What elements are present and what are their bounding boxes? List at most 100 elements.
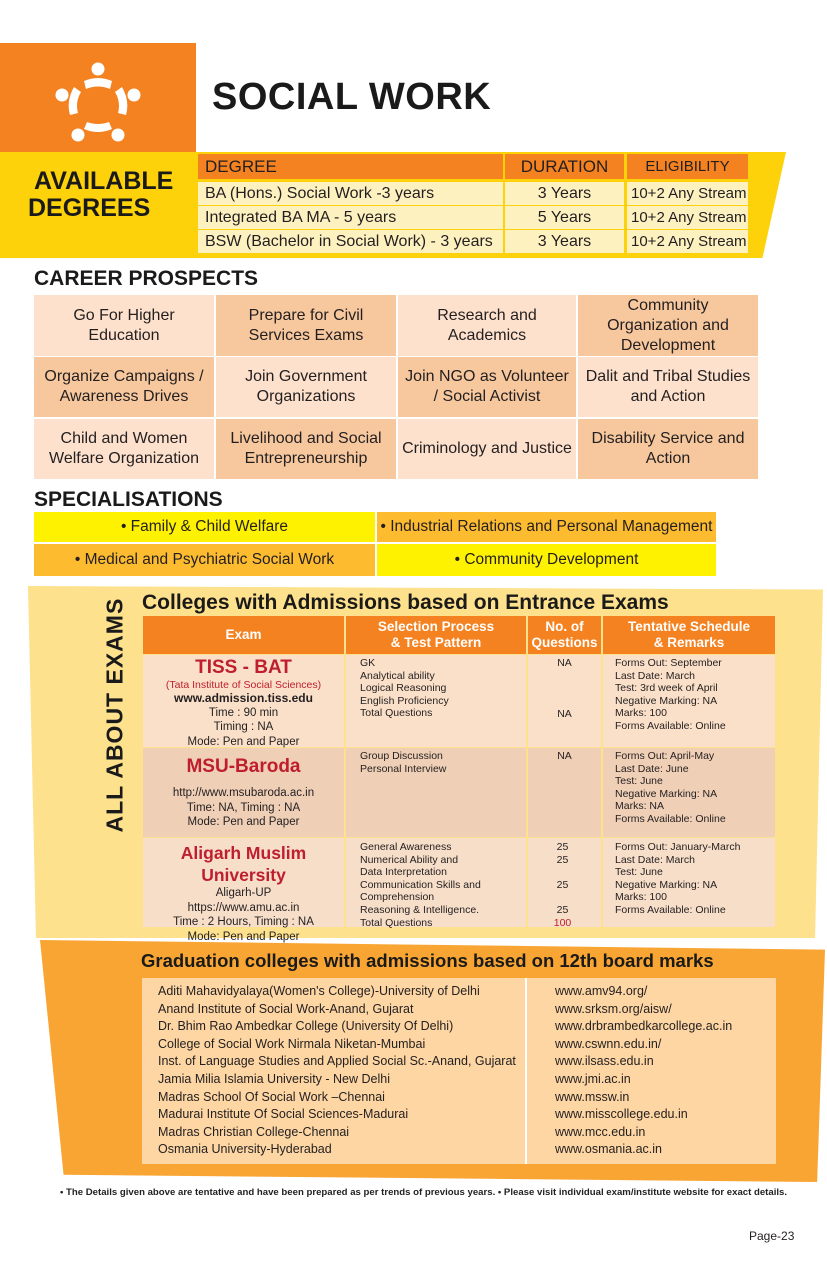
schedule-item: Test: June (615, 866, 663, 879)
questions-header-line2: Questions (531, 635, 598, 650)
college-website-link[interactable]: www.drbrambedkarcollege.ac.in (555, 1018, 732, 1036)
exam-website-link[interactable]: www.admission.tiss.edu (143, 691, 344, 706)
college-website-link[interactable]: www.mssw.in (555, 1089, 629, 1107)
duration-cell: 3 Years (505, 230, 624, 253)
career-item: Disability Service and Action (578, 419, 758, 479)
college-name: Anand Institute of Social Work-Anand, Gu… (158, 1001, 414, 1016)
career-item: Community Organization and Development (578, 295, 758, 356)
graduation-heading: Graduation colleges with admissions base… (141, 950, 714, 971)
schedule-item: Forms Out: April-May (615, 750, 715, 762)
schedule-header-line1: Tentative Schedule (627, 619, 751, 634)
exam-detail: Mode: Pen and Paper (187, 735, 300, 748)
question-count: 25 (556, 878, 569, 891)
college-website-link[interactable]: www.jmi.ac.in (555, 1071, 631, 1089)
schedule-header-line2: & Remarks (653, 635, 725, 650)
footnote: • The Details given above are tentative … (60, 1187, 788, 1198)
question-count: 25 (556, 853, 569, 866)
duration-header: DURATION (505, 154, 624, 179)
exam-process-cell: General Awareness Numerical Ability and … (346, 838, 526, 929)
question-total: 100 (553, 916, 572, 929)
college-website-link[interactable]: www.misscollege.edu.in (555, 1106, 688, 1124)
exams-heading: Colleges with Admissions based on Entran… (142, 591, 669, 614)
career-prospects-title: CAREER PROSPECTS (34, 267, 259, 290)
specialisation-item: • Family & Child Welfare (34, 512, 375, 542)
exam-schedule-cell: Forms Out: January-March Last Date: Marc… (603, 838, 775, 927)
duration-cell: 5 Years (505, 206, 624, 229)
career-item: Join Government Organizations (216, 357, 396, 417)
college-website-link[interactable]: www.srksm.org/aisw/ (555, 1001, 672, 1019)
schedule-item: Marks: 100 (615, 707, 667, 720)
page-number: Page-23 (749, 1229, 795, 1243)
exam-detail: Time : 2 Hours, Timing : NA (173, 916, 314, 928)
college-website-link[interactable]: www.cswnn.edu.in/ (555, 1036, 661, 1054)
exam-website-link[interactable]: http://www.msubaroda.ac.in (143, 786, 344, 801)
process-item: Total Questions (360, 707, 433, 720)
specialisation-item: • Medical and Psychiatric Social Work (34, 544, 375, 576)
process-item: Personal Interview (360, 762, 447, 775)
process-item: Numerical Ability and (360, 853, 459, 866)
schedule-item: Last Date: March (615, 853, 695, 866)
exam-detail: Timing : NA (213, 721, 274, 733)
degrees-label-line1: AVAILABLE (34, 167, 174, 195)
schedule-item: Negative Marking: NA (615, 878, 718, 891)
career-item: Prepare for Civil Services Exams (216, 295, 396, 356)
exam-detail: Mode: Pen and Paper (187, 816, 300, 828)
eligibility-cell: 10+2 Any Stream (627, 230, 748, 253)
graduation-divider (525, 978, 527, 1164)
degrees-label: AVAILABLE DEGREES (28, 168, 173, 222)
schedule-item: Marks: 100 (615, 891, 667, 904)
college-website-link[interactable]: www.mcc.edu.in (555, 1124, 645, 1142)
exam-detail: Time: NA, Timing : NA (186, 801, 301, 814)
process-header-line1: Selection Process (377, 619, 495, 634)
process-item: Communication Skills and (360, 878, 481, 891)
process-item: Analytical ability (360, 669, 435, 682)
schedule-column-header: Tentative Schedule & Remarks (603, 616, 775, 654)
college-website-link[interactable]: www.ilsass.edu.in (555, 1053, 654, 1071)
process-item: English Proficiency (360, 694, 449, 707)
exam-name-cell: MSU-Baroda http://www.msubaroda.ac.in Ti… (143, 748, 344, 837)
logo-box (0, 43, 196, 155)
exam-name-cell: TISS - BAT (Tata Institute of Social Sci… (143, 655, 344, 748)
schedule-item: Last Date: June (615, 762, 689, 775)
college-name: Dr. Bhim Rao Ambedkar College (Universit… (158, 1019, 454, 1034)
process-column-header: Selection Process & Test Pattern (346, 616, 526, 654)
career-item: Research and Academics (398, 295, 576, 356)
exam-website-link[interactable]: https://www.amu.ac.in (143, 901, 344, 916)
degree-cell: Integrated BA MA - 5 years (198, 206, 503, 229)
college-name: College of Social Work Nirmala Niketan-M… (158, 1036, 426, 1051)
schedule-item: Forms Out: September (615, 657, 722, 669)
eligibility-cell: 10+2 Any Stream (627, 206, 748, 229)
specialisation-item: • Industrial Relations and Personal Mana… (377, 512, 716, 542)
exam-subtitle: (Tata Institute of Social Sciences) (165, 679, 322, 691)
questions-column-header: No. of Questions (528, 616, 601, 654)
process-item: GK (360, 657, 376, 669)
career-item: Child and Women Welfare Organization (34, 419, 214, 479)
schedule-item: Forms Out: January-March (615, 841, 741, 853)
schedule-item: Test: June (615, 775, 663, 788)
process-item: Logical Reasoning (360, 682, 447, 695)
page-title: SOCIAL WORK (212, 76, 492, 118)
college-website-link[interactable]: www.amv94.org/ (555, 983, 647, 1001)
schedule-item: Forms Available: Online (615, 903, 726, 916)
exam-questions-cell: NA (528, 748, 601, 837)
schedule-item: Negative Marking: NA (615, 787, 718, 800)
career-item: Go For Higher Education (34, 295, 214, 356)
college-name: Madras School Of Social Work –Chennai (158, 1089, 385, 1104)
college-name: Osmania University-Hyderabad (158, 1142, 332, 1157)
college-name: Inst. of Language Studies and Applied So… (158, 1054, 516, 1069)
process-item: Group Discussion (360, 750, 443, 762)
eligibility-header: ELIGIBILITY (627, 154, 748, 179)
career-item: Join NGO as Volunteer / Social Activist (398, 357, 576, 417)
college-name: Madras Christian College-Chennai (158, 1124, 350, 1139)
exam-name: Aligarh Muslim University (180, 843, 307, 885)
process-item: Comprehension (360, 891, 435, 904)
schedule-item: Marks: NA (615, 800, 665, 813)
schedule-item: Last Date: March (615, 669, 695, 682)
college-name: Aditi Mahavidyalaya(Women's College)-Uni… (158, 984, 480, 998)
questions-header-line1: No. of (545, 619, 584, 634)
question-count: 25 (556, 841, 569, 853)
exam-name: TISS - BAT (195, 657, 292, 678)
question-count: 25 (556, 903, 569, 916)
eligibility-cell: 10+2 Any Stream (627, 182, 748, 205)
college-website-link[interactable]: www.osmania.ac.in (555, 1141, 662, 1159)
